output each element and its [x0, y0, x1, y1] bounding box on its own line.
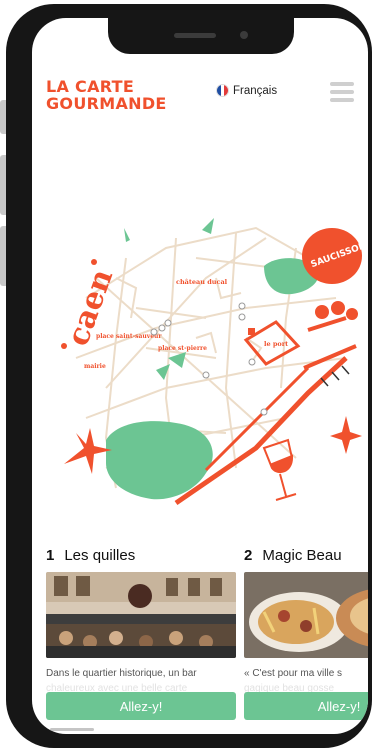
- restaurant-card[interactable]: 2 Magic Beau « C'est pour ma ville s gag…: [244, 544, 368, 720]
- brand-logo[interactable]: LA CARTE GOURMANDE: [46, 78, 167, 112]
- card-number: 2: [244, 546, 253, 564]
- dot: [91, 259, 97, 265]
- green-marker: [156, 352, 186, 380]
- restaurant-card[interactable]: 1 Les quilles Dans le quartier historiqu…: [46, 544, 236, 720]
- star-icon: [330, 416, 362, 454]
- description-line: « C'est pour ma ville s: [244, 668, 343, 679]
- card-number: 1: [46, 546, 55, 564]
- restaurant-carousel[interactable]: 1 Les quilles Dans le quartier historiqu…: [46, 544, 368, 734]
- wine-glass-icon: [262, 438, 297, 501]
- volume-down-button: [0, 226, 6, 286]
- volume-up-button: [0, 155, 6, 215]
- notch: [108, 18, 294, 54]
- speaker: [174, 33, 216, 38]
- language-selector[interactable]: Français: [216, 84, 277, 97]
- saucisson-sticker: SAUCISSON: [302, 228, 366, 320]
- go-button[interactable]: Allez-y!: [46, 692, 236, 720]
- map-pin[interactable]: [248, 358, 256, 366]
- front-camera: [240, 31, 248, 39]
- card-name: Magic Beau: [262, 546, 342, 564]
- language-label: Français: [233, 84, 278, 97]
- card-name: Les quilles: [64, 546, 136, 564]
- map-pin[interactable]: [260, 408, 268, 416]
- hamburger-menu-icon[interactable]: [330, 82, 354, 104]
- map-pin[interactable]: [238, 313, 246, 321]
- map-pin[interactable]: [164, 319, 172, 327]
- mute-switch: [0, 100, 6, 134]
- map-pin[interactable]: [238, 302, 246, 310]
- brand-line-2: GOURMANDE: [46, 94, 167, 113]
- location-marker-icon[interactable]: [248, 328, 255, 335]
- restaurant-photo[interactable]: [46, 572, 236, 658]
- city-map[interactable]: caen château ducal le port place saint-s…: [46, 218, 366, 528]
- map-label-port: le port: [264, 340, 288, 348]
- map-pin[interactable]: [150, 328, 158, 336]
- description-line: Dans le quartier historique, un bar: [46, 668, 197, 679]
- go-button[interactable]: Allez-y!: [244, 692, 368, 720]
- green-bits: [124, 218, 214, 242]
- starfish-icon: [64, 428, 112, 474]
- map-pin[interactable]: [158, 324, 166, 332]
- map-pin[interactable]: [202, 371, 210, 379]
- map-label-st-pierre: place st-pierre: [158, 345, 207, 352]
- phone-screen: LA CARTE GOURMANDE Français caen château…: [32, 18, 368, 734]
- map-label-mairie: mairie: [84, 363, 106, 370]
- dot: [61, 343, 67, 349]
- card-title: 2 Magic Beau: [244, 544, 368, 566]
- road-main: [174, 356, 348, 506]
- restaurant-photo[interactable]: [244, 572, 368, 658]
- carousel-scrollbar[interactable]: [50, 728, 94, 731]
- brand-line-1: LA CARTE: [46, 77, 135, 96]
- card-title: 1 Les quilles: [46, 544, 236, 566]
- france-flag-icon: [216, 84, 229, 97]
- map-label-chateau: château ducal: [176, 278, 228, 286]
